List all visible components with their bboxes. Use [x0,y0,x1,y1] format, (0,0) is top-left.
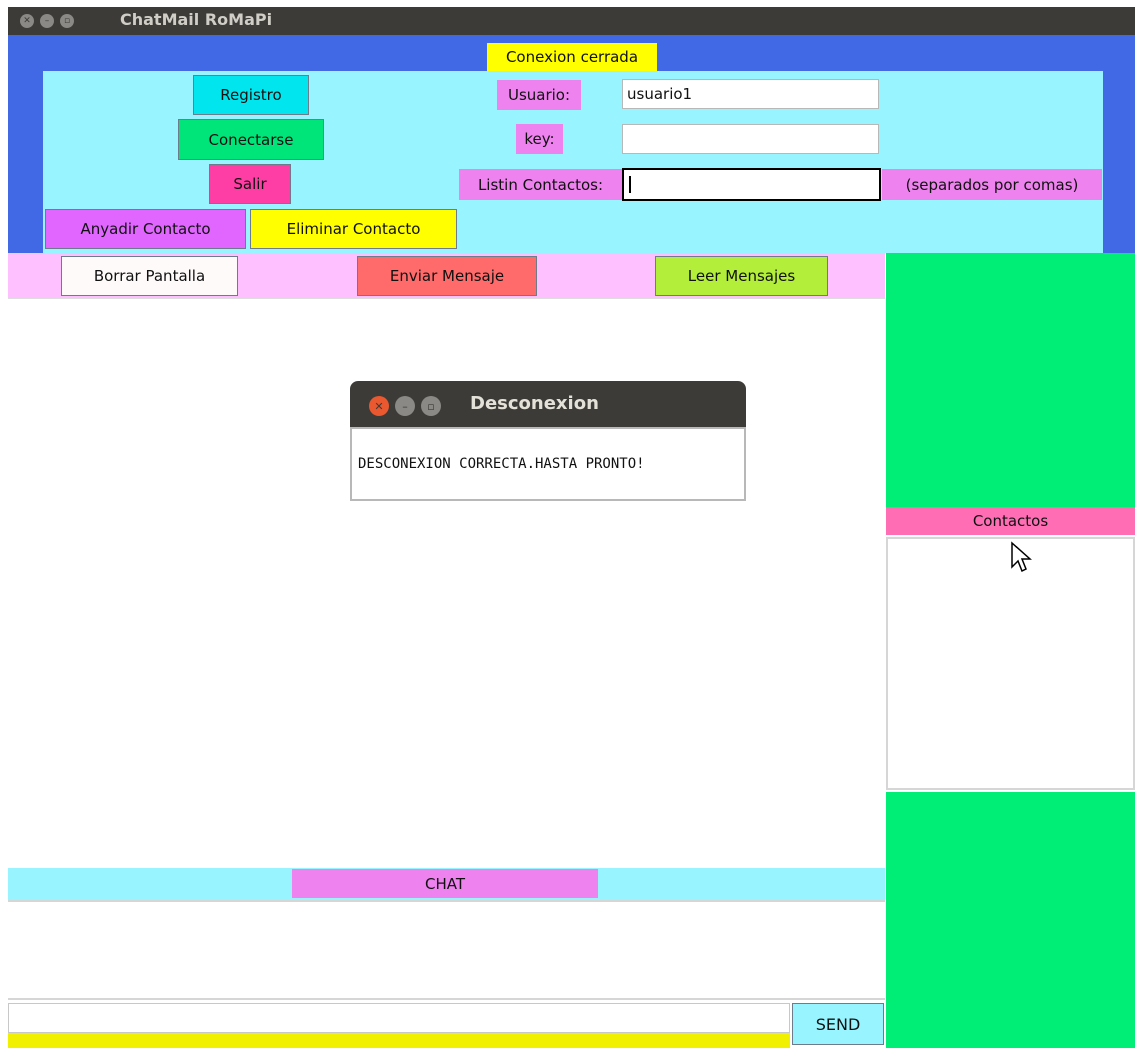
borrar-pantalla-button[interactable]: Borrar Pantalla [61,256,238,296]
registro-button[interactable]: Registro [193,75,309,115]
desconexion-dialog: ✕ – ▫ Desconexion DESCONEXION CORRECTA.H… [350,381,746,501]
window-minimize-icon[interactable]: – [40,14,54,28]
chat-label: CHAT [292,869,598,898]
anyadir-contacto-button[interactable]: Anyadir Contacto [45,209,246,249]
chat-history[interactable] [8,900,885,1000]
usuario-label: Usuario: [497,80,581,110]
contactos-header: Contactos [886,507,1135,535]
connection-status: Conexion cerrada [487,43,657,71]
usuario-input[interactable]: usuario1 [622,79,879,109]
mouse-pointer-icon [1011,541,1032,573]
chat-input[interactable] [8,1003,790,1033]
listin-contactos-input[interactable] [622,168,881,201]
chat-input-underline [8,1033,790,1048]
send-button[interactable]: SEND [792,1003,884,1045]
dialog-maximize-icon[interactable]: ▫ [421,396,441,416]
dialog-titlebar[interactable]: ✕ – ▫ Desconexion [350,381,746,427]
eliminar-contacto-button[interactable]: Eliminar Contacto [250,209,457,249]
enviar-mensaje-button[interactable]: Enviar Mensaje [357,256,537,296]
salir-button[interactable]: Salir [209,164,291,204]
window-title: ChatMail RoMaPi [120,10,273,29]
dialog-close-icon[interactable]: ✕ [369,396,389,416]
right-top-panel [886,253,1135,507]
text-caret [629,176,631,193]
window-close-icon[interactable]: ✕ [20,14,34,28]
window-titlebar[interactable]: ✕ – ▫ ChatMail RoMaPi [8,7,1135,35]
key-input[interactable] [622,124,879,154]
leer-mensajes-button[interactable]: Leer Mensajes [655,256,828,296]
dialog-message: DESCONEXION CORRECTA.HASTA PRONTO! [350,427,746,501]
key-label: key: [516,124,563,154]
right-bottom-panel [886,792,1135,1048]
dialog-title: Desconexion [470,393,599,414]
listin-hint: (separados por comas) [882,169,1102,200]
window-maximize-icon[interactable]: ▫ [60,14,74,28]
conectarse-button[interactable]: Conectarse [178,119,324,160]
listin-contactos-label: Listin Contactos: [459,169,622,200]
dialog-minimize-icon[interactable]: – [395,396,415,416]
